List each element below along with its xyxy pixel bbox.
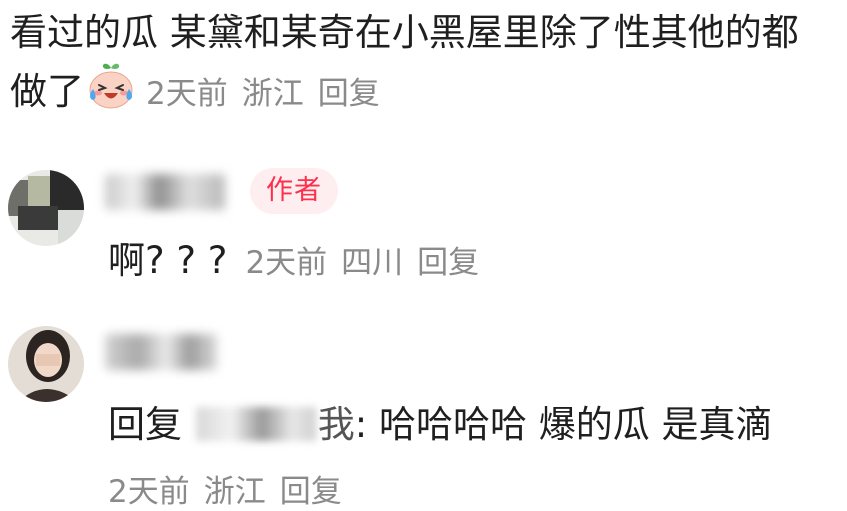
reply-time: 2天前 [245,245,328,281]
author-badge: 作者 [250,168,338,214]
reply-location: 四川 [341,245,404,281]
reply-item: 作者 啊? ? ? 2天前 四川 回复 [0,160,847,290]
crying-laughing-face-icon [86,62,136,110]
comment-item: 看过的瓜 某黛和某奇在小黑屋里除了性其他的都做了 2天前 浙江 回复 [10,4,830,123]
reply-meta: 2天前 四川 回复 [245,245,493,281]
reply-location: 浙江 [203,474,266,510]
reply-text: 啊? ? ? [108,239,228,282]
reply-button[interactable]: 回复 [280,474,342,510]
mention-tail[interactable]: 我 [318,403,355,446]
reply-button[interactable]: 回复 [318,76,380,112]
reply-meta: 2天前 浙江 回复 [108,466,356,511]
reply-time: 2天前 [108,474,190,510]
reply-button[interactable]: 回复 [417,245,479,281]
mention-username[interactable] [195,407,316,441]
reply-text-line: 啊? ? ? 2天前 四川 回复 [108,236,493,288]
username[interactable] [105,334,217,370]
comment-location: 浙江 [241,76,304,112]
username[interactable] [105,174,225,210]
comment-time: 2天前 [146,76,228,112]
reply-text: : 哈哈哈哈 爆的瓜 是真滴 [354,403,773,446]
reply-item: 回复 我: 哈哈哈哈 爆的瓜 是真滴 2天前 浙江 回复 [0,320,847,510]
avatar[interactable] [8,170,84,246]
reply-prefix: 回复 [108,403,182,446]
comment-meta: 2天前 浙江 回复 [146,76,394,112]
reply-text-line: 回复 我: 哈哈哈哈 爆的瓜 是真滴 [108,400,773,450]
avatar[interactable] [8,326,84,402]
